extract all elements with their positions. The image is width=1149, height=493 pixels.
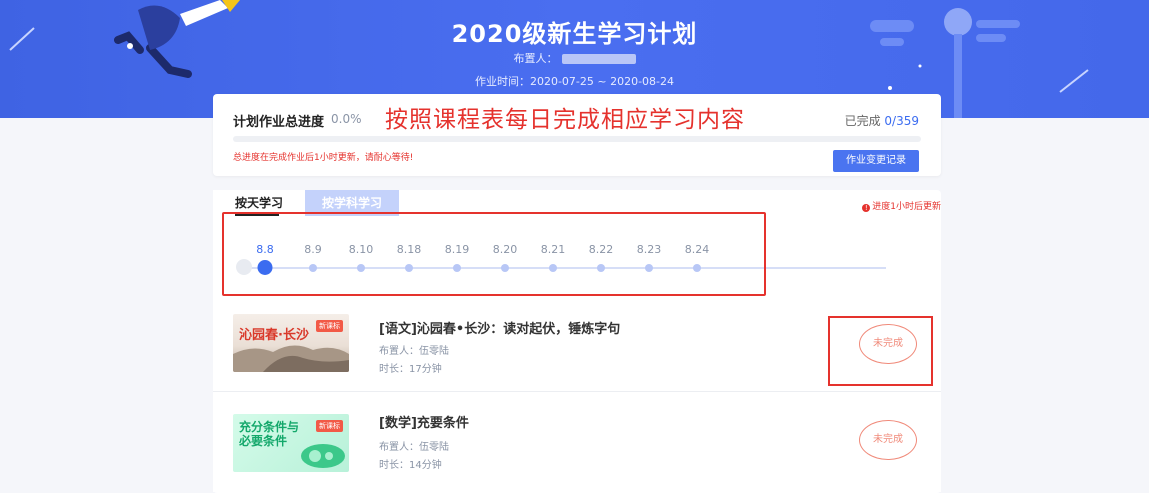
status-annotation-box (828, 316, 933, 386)
completed-number: 0/359 (884, 114, 919, 128)
plan-progress-label: 计划作业总进度 (233, 115, 325, 130)
plan-progress-percent: 0.0% (331, 112, 362, 126)
lesson-duration: 时长：17分钟 (379, 364, 442, 375)
completed-label: 已完成 (844, 114, 881, 128)
lesson-assigner: 布置人：伍零陆 (379, 442, 449, 453)
assigner-line: 布置人： (0, 50, 1149, 66)
lesson-title[interactable]: [语文]沁园春•长沙：读对起伏，锤炼字句 (379, 318, 620, 337)
venn-illustration (301, 444, 345, 468)
lesson-thumbnail[interactable]: 充分条件与必要条件 新课标 (233, 414, 349, 472)
refresh-note-text: 进度1小时后更新 (872, 202, 941, 212)
status-badge: 未完成 (859, 420, 917, 460)
progress-notice: 总进度在完成作业后1小时更新，请耐心等待! (233, 153, 414, 163)
progress-card: 计划作业总进度 0.0% 按照课程表每日完成相应学习内容 已完成 0/359 总… (213, 94, 941, 176)
lesson-title[interactable]: [数学]充要条件 (379, 412, 469, 431)
tab-by-day-label: 按天学习 (234, 196, 283, 210)
refresh-note: ! 进度1小时后更新 (862, 199, 941, 212)
work-time: 作业时间：2020-07-25 ~ 2020-08-24 (474, 75, 675, 88)
progress-bar (233, 136, 921, 142)
alert-icon: ! (862, 204, 871, 212)
assigner-label: 布置人： (513, 52, 558, 65)
annotation-text: 按照课程表每日完成相应学习内容 (385, 107, 745, 133)
lesson-thumbnail[interactable]: 沁园春·长沙 新课标 (233, 314, 349, 372)
lesson-item[interactable]: 充分条件与必要条件 新课标 [数学]充要条件 布置人：伍零陆 时长：14分钟 未… (213, 396, 941, 492)
plan-title: 2020级新生学习计划 (451, 20, 698, 48)
assigner-name-redacted (561, 54, 636, 64)
completed-count: 已完成 0/359 (845, 112, 919, 129)
new-curriculum-badge: 新课标 (316, 320, 343, 332)
timeline-annotation-box (222, 212, 766, 296)
change-record-button[interactable]: 作业变更记录 (833, 150, 919, 172)
lesson-duration: 时长：14分钟 (379, 460, 442, 471)
thumbnail-title: 沁园春·长沙 (239, 328, 309, 343)
lesson-assigner: 布置人：伍零陆 (379, 346, 449, 357)
